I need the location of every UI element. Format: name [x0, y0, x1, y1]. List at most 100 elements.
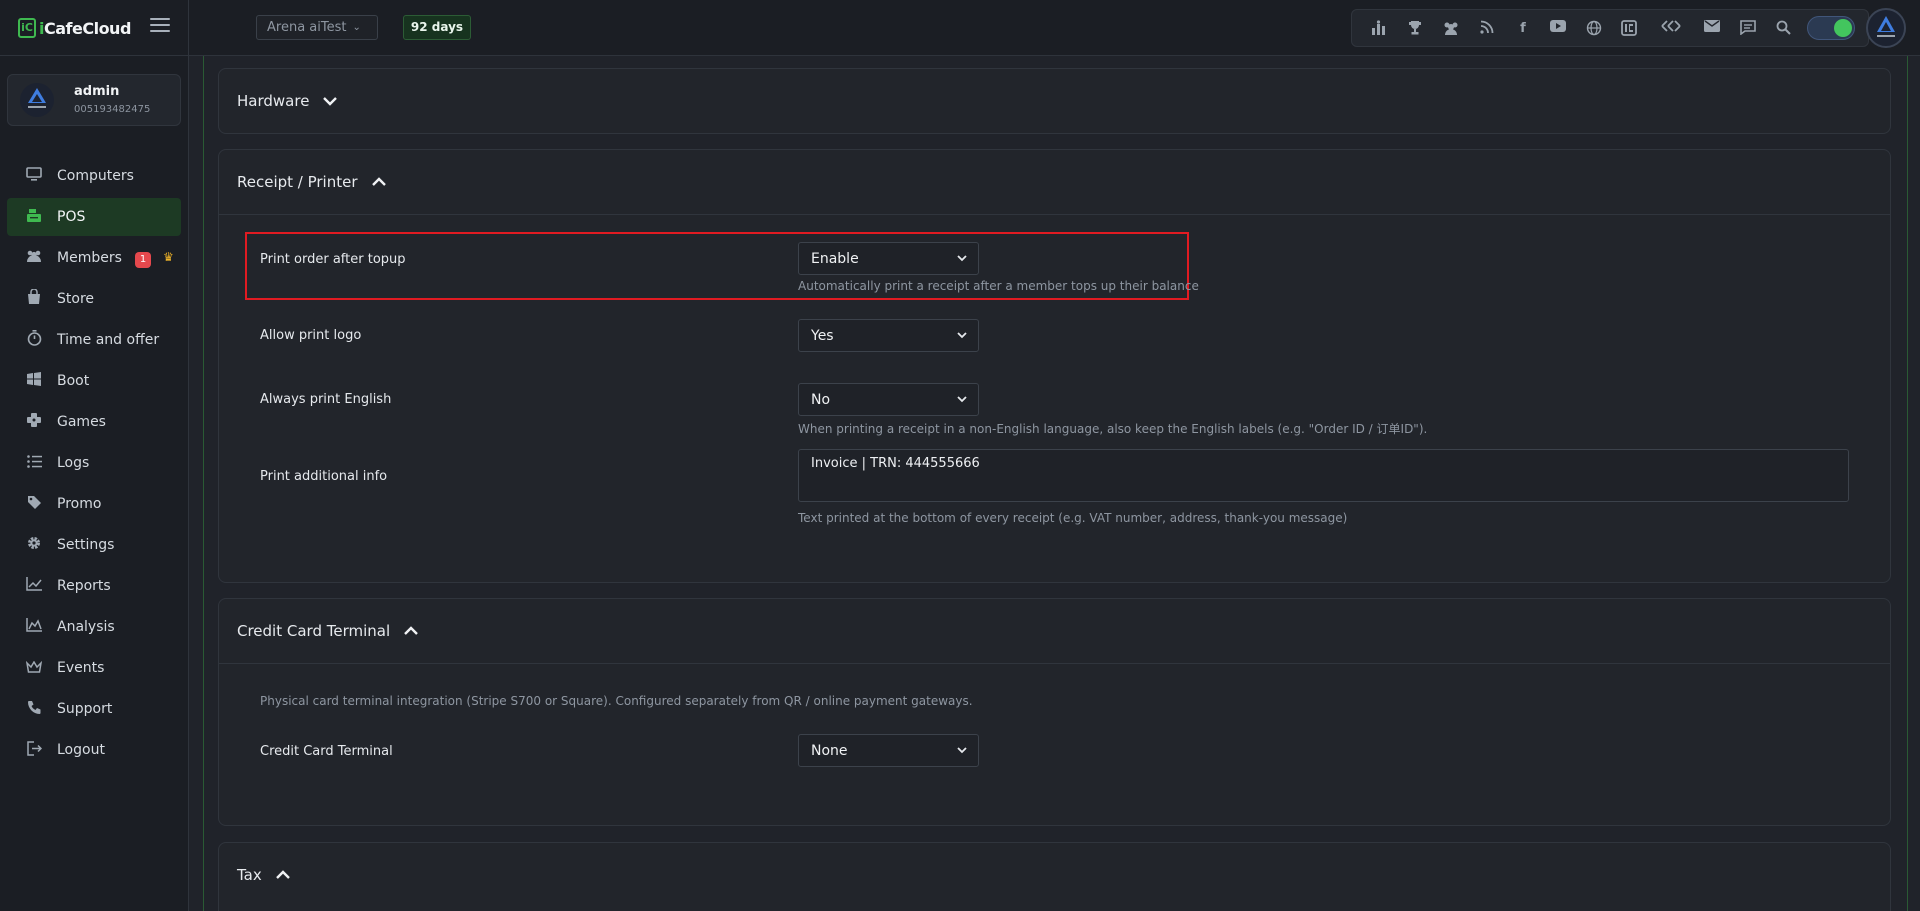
users-icon	[19, 249, 49, 267]
icafe-icon[interactable]	[1620, 20, 1638, 38]
trophy-icon[interactable]	[1406, 20, 1424, 38]
select-value: No	[811, 391, 831, 408]
select-value: Enable	[811, 250, 859, 267]
sidebar-item-computers[interactable]: Computers	[7, 157, 181, 195]
print-additional-info-hint: Text printed at the bottom of every rece…	[798, 511, 1348, 525]
sidebar-item-analysis[interactable]: Analysis	[7, 608, 181, 646]
license-days-badge: 92 days	[403, 15, 471, 40]
panel-credit-card-terminal: Credit Card Terminal Physical card termi…	[218, 598, 1891, 826]
facebook-icon[interactable]: f	[1514, 20, 1532, 38]
app-logo[interactable]: iC iCafeCloud	[18, 17, 131, 39]
card-terminal-label: Credit Card Terminal	[260, 744, 393, 759]
sidebar-item-boot[interactable]: Boot	[7, 362, 181, 400]
logout-icon	[19, 740, 49, 760]
chart-icon	[19, 577, 49, 595]
print-after-topup-select[interactable]: Enable	[798, 242, 979, 275]
user-name: admin	[74, 84, 120, 99]
card-terminal-select[interactable]: None	[798, 734, 979, 767]
sidebar-item-promo[interactable]: Promo	[7, 485, 181, 523]
members-count-badge: 1	[135, 252, 151, 268]
youtube-icon[interactable]	[1549, 20, 1567, 38]
print-after-topup-hint: Automatically print a receipt after a me…	[798, 279, 1199, 293]
always-print-english-label: Always print English	[260, 392, 392, 407]
panel-title: Hardware	[237, 92, 310, 110]
sidebar-item-members[interactable]: Members 1 ♛	[7, 239, 181, 277]
rss-icon[interactable]	[1478, 20, 1496, 38]
account-avatar[interactable]	[1866, 8, 1906, 48]
chevron-down-icon	[957, 395, 967, 404]
toggle-knob	[1834, 19, 1852, 37]
sidebar-item-logout[interactable]: Logout	[7, 731, 181, 769]
rank-icon[interactable]	[1370, 20, 1388, 38]
monitor-icon	[19, 167, 49, 185]
panel-hardware-header[interactable]: Hardware	[219, 69, 1890, 133]
windows-icon	[19, 372, 49, 390]
crown-icon	[19, 659, 49, 677]
theme-toggle[interactable]	[1807, 16, 1855, 40]
sidebar-item-support[interactable]: Support	[7, 690, 181, 728]
analysis-icon	[19, 618, 49, 636]
sidebar-item-logs[interactable]: Logs	[7, 444, 181, 482]
chevron-down-icon	[957, 254, 967, 263]
content-border-right	[1907, 56, 1908, 911]
shop-name: Arena aiTest	[267, 20, 347, 35]
chevron-up-icon	[404, 625, 418, 637]
panel-tax: Tax	[218, 842, 1891, 911]
select-value: None	[811, 742, 848, 759]
sidebar-item-store[interactable]: Store	[7, 280, 181, 318]
panel-card-terminal-header[interactable]: Credit Card Terminal	[219, 599, 1890, 663]
panel-card-terminal-body: Physical card terminal integration (Stri…	[219, 663, 1890, 826]
shop-select[interactable]: Arena aiTest ⌄	[256, 15, 378, 40]
chat-icon[interactable]	[1739, 20, 1757, 38]
content-border-left	[203, 56, 204, 911]
globe-icon[interactable]	[1585, 20, 1603, 38]
bag-icon	[19, 288, 49, 309]
chevron-down-icon	[957, 746, 967, 755]
card-terminal-description: Physical card terminal integration (Stri…	[260, 694, 973, 708]
tag-icon	[19, 495, 49, 514]
user-avatar	[20, 83, 54, 117]
timer-icon	[19, 330, 49, 350]
arrows-icon[interactable]	[1661, 20, 1681, 38]
panel-title: Tax	[237, 866, 262, 884]
user-id: 005193482475	[74, 104, 151, 115]
menu-toggle-icon[interactable]	[150, 18, 170, 34]
panel-title: Receipt / Printer	[237, 173, 358, 191]
print-after-topup-label: Print order after topup	[260, 252, 406, 267]
top-header: iC iCafeCloud Arena aiTest ⌄ 92 days f	[0, 0, 1920, 56]
sidebar-item-events[interactable]: Events	[7, 649, 181, 687]
group-icon[interactable]	[1442, 20, 1460, 38]
panel-receipt-printer: Receipt / Printer Print order after topu…	[218, 149, 1891, 583]
app-name: iCafeCloud	[39, 18, 131, 38]
sidebar-item-time-and-offer[interactable]: Time and offer	[7, 321, 181, 359]
sidebar-item-pos[interactable]: POS	[7, 198, 181, 236]
panel-hardware: Hardware	[218, 68, 1891, 134]
panel-tax-header[interactable]: Tax	[219, 843, 1890, 907]
logo-mark-icon: iC	[18, 18, 36, 38]
sidebar-item-settings[interactable]: Settings	[7, 526, 181, 564]
sidebar: admin 005193482475 Computers POS Members…	[0, 56, 188, 911]
phone-icon	[19, 700, 49, 718]
chevron-down-icon	[323, 95, 338, 107]
search-icon[interactable]	[1774, 20, 1792, 38]
user-card[interactable]: admin 005193482475	[7, 74, 181, 126]
chevron-down-icon: ⌄	[352, 22, 361, 33]
mail-icon[interactable]	[1703, 20, 1721, 38]
allow-print-logo-select[interactable]: Yes	[798, 319, 979, 352]
always-print-english-select[interactable]: No	[798, 383, 979, 416]
sidebar-item-reports[interactable]: Reports	[7, 567, 181, 605]
sidebar-item-games[interactable]: Games	[7, 403, 181, 441]
panel-receipt-header[interactable]: Receipt / Printer	[219, 150, 1890, 214]
crown-icon: ♛	[163, 250, 174, 264]
chevron-up-icon	[371, 176, 386, 188]
chevron-down-icon	[957, 331, 967, 340]
always-print-english-hint: When printing a receipt in a non-English…	[798, 422, 1428, 436]
print-additional-info-label: Print additional info	[260, 469, 388, 484]
allow-print-logo-label: Allow print logo	[260, 328, 362, 343]
header-toolbar: f	[1351, 9, 1869, 47]
print-additional-info-textarea[interactable]: Invoice | TRN: 444555666	[798, 449, 1849, 502]
list-icon	[19, 454, 49, 472]
register-icon	[19, 208, 49, 227]
chevron-up-icon	[275, 869, 290, 881]
panel-receipt-body: Print order after topup Enable Automatic…	[219, 214, 1890, 583]
